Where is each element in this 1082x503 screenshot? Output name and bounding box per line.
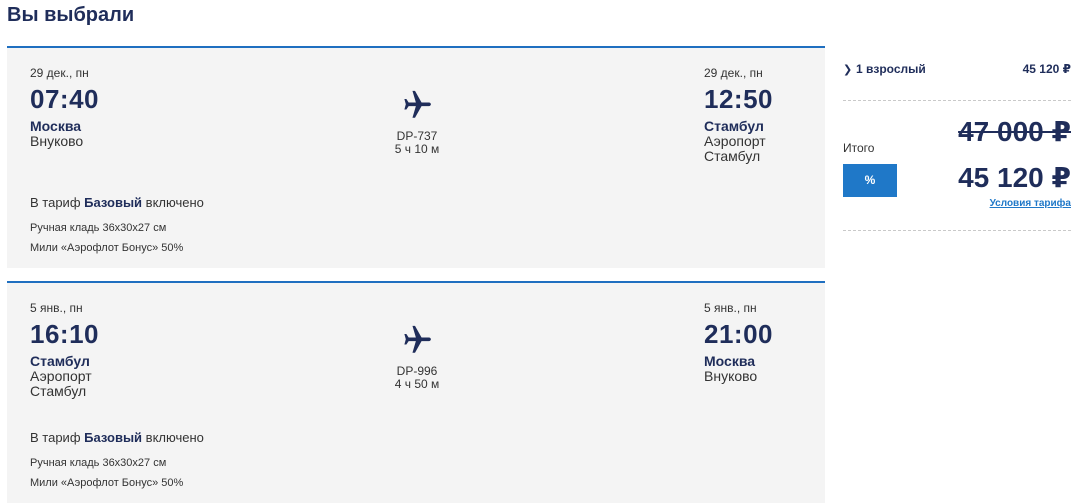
tariff-item-miles: Мили «Аэрофлот Бонус» 50% — [30, 477, 184, 489]
flight-details: DP-737 5 ч 10 м — [367, 88, 467, 156]
departure-info: 5 янв., пн 16:10 Стамбул Аэропорт Стамбу… — [30, 301, 270, 399]
arrival-time: 12:50 — [704, 84, 773, 114]
arrival-date: 29 дек., пн — [704, 66, 763, 80]
departure-airport: Аэропорт Стамбул — [30, 368, 92, 399]
arrival-city: Москва — [704, 353, 756, 369]
tariff-name: Базовый — [84, 430, 143, 445]
discount-button[interactable]: % — [843, 164, 897, 197]
departure-city: Москва — [30, 118, 82, 134]
tariff-prefix: В тариф — [30, 195, 81, 210]
passenger-label: 1 взрослый — [856, 62, 926, 76]
departure-airport: Внуково — [30, 133, 84, 149]
arrival-airport: Аэропорт Стамбул — [704, 133, 766, 164]
passenger-price: 45 120 ₽ — [1022, 62, 1071, 76]
arrival-date: 5 янв., пн — [704, 301, 757, 315]
departure-date: 5 янв., пн — [30, 301, 83, 315]
old-price: 47 000 ₽ — [958, 116, 1071, 147]
flight-details: DP-996 4 ч 50 м — [367, 323, 467, 391]
tariff-suffix: включено — [145, 430, 204, 445]
flight-card-return: 5 янв., пн 16:10 Стамбул Аэропорт Стамбу… — [7, 281, 825, 503]
divider — [843, 230, 1071, 231]
flight-card-outbound: 29 дек., пн 07:40 Москва Внуково DP-737 … — [7, 46, 825, 268]
departure-time: 16:10 — [30, 319, 99, 349]
tariff-suffix: включено — [145, 195, 204, 210]
tariff-item-baggage: Ручная кладь 36х30х27 см — [30, 457, 167, 469]
total-label: Итого — [843, 141, 875, 155]
total-price: 45 120 ₽ — [958, 162, 1071, 193]
tariff-included: В тариф Базовый включено — [30, 430, 204, 445]
airplane-icon — [404, 325, 431, 353]
arrival-info: 5 янв., пн 21:00 Москва Внуково — [704, 301, 824, 384]
departure-time: 07:40 — [30, 84, 99, 114]
arrival-airport: Внуково — [704, 368, 758, 384]
tariff-item-baggage: Ручная кладь 36х30х27 см — [30, 222, 167, 234]
passenger-row[interactable]: ❯ 1 взрослый 45 120 ₽ — [843, 60, 1071, 80]
chevron-right-icon[interactable]: ❯ — [843, 63, 852, 76]
flight-duration: 4 ч 50 м — [394, 377, 440, 391]
arrival-time: 21:00 — [704, 319, 773, 349]
tariff-name: Базовый — [84, 195, 143, 210]
departure-date: 29 дек., пн — [30, 66, 89, 80]
divider — [843, 100, 1071, 101]
page-title: Вы выбрали — [7, 4, 135, 26]
tariff-item-miles: Мили «Аэрофлот Бонус» 50% — [30, 242, 184, 254]
departure-info: 29 дек., пн 07:40 Москва Внуково — [30, 66, 270, 149]
tariff-included: В тариф Базовый включено — [30, 195, 204, 210]
airplane-icon — [404, 90, 431, 118]
arrival-city: Стамбул — [704, 118, 764, 134]
tariff-prefix: В тариф — [30, 430, 81, 445]
flight-duration: 5 ч 10 м — [394, 142, 440, 156]
arrival-info: 29 дек., пн 12:50 Стамбул Аэропорт Стамб… — [704, 66, 824, 164]
departure-city: Стамбул — [30, 353, 90, 369]
tariff-terms-link[interactable]: Условия тарифа — [990, 198, 1071, 209]
